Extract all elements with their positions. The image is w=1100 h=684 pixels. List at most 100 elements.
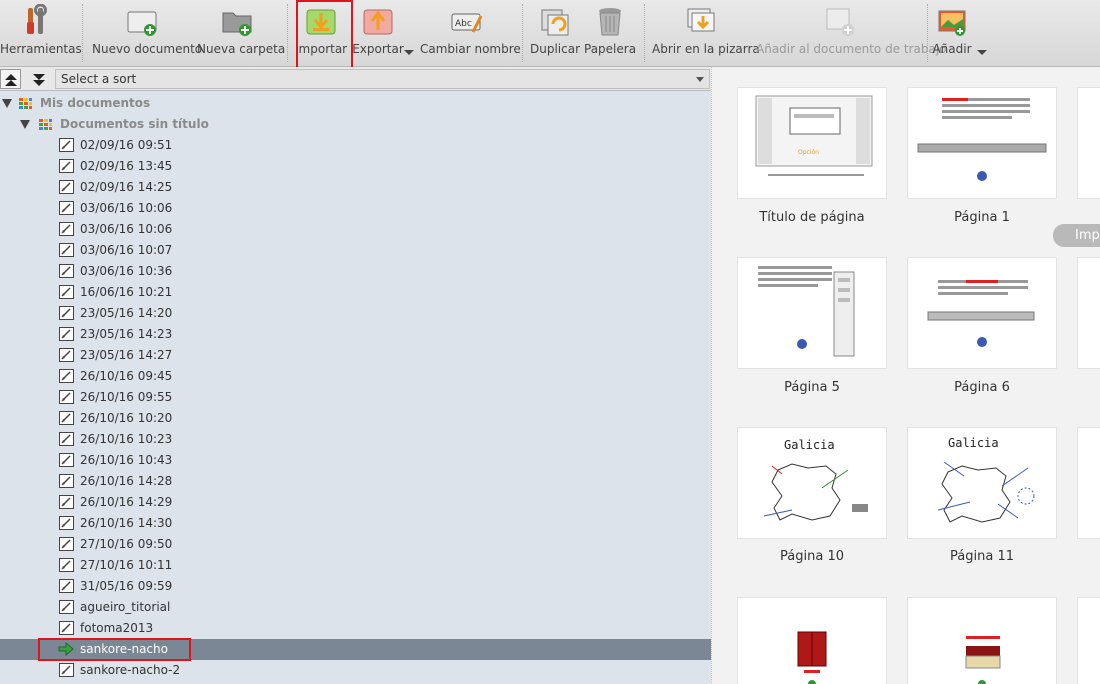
document-item[interactable]: 03/06/16 10:36: [0, 261, 711, 282]
document-item[interactable]: 26/10/16 14:29: [0, 492, 711, 513]
document-item[interactable]: fotoma2013: [0, 618, 711, 639]
toolbar-separator: [927, 4, 928, 62]
expand-triangle-icon[interactable]: [20, 120, 30, 129]
page-thumbnail[interactable]: [737, 597, 887, 684]
main-toolbar: Herramientas Nuevo documento Nueva carpe…: [0, 0, 1100, 84]
document-icon: [59, 369, 74, 383]
document-item-label: 27/10/16 09:50: [80, 537, 173, 551]
add-image-icon: [938, 10, 966, 36]
document-icon: [59, 306, 74, 320]
page-thumbnail[interactable]: [907, 87, 1057, 199]
document-item[interactable]: 26/10/16 10:43: [0, 450, 711, 471]
page-thumbnail[interactable]: [907, 257, 1057, 369]
document-item[interactable]: agueiro_titorial: [0, 597, 711, 618]
tools-icon: [27, 4, 47, 34]
document-item[interactable]: 02/09/16 14:25: [0, 177, 711, 198]
document-item[interactable]: 02/09/16 13:45: [0, 156, 711, 177]
tree-folder-untitled[interactable]: Documentos sin título: [0, 114, 711, 135]
document-item[interactable]: 03/06/16 10:06: [0, 219, 711, 240]
new-document-button[interactable]: Nuevo documento: [92, 0, 202, 64]
document-item[interactable]: sankore-nacho-2: [0, 660, 711, 681]
document-item[interactable]: 26/10/16 09:55: [0, 387, 711, 408]
tools-button[interactable]: Herramientas: [0, 0, 82, 64]
rename-button[interactable]: Abc Cambiar nombre: [420, 0, 521, 64]
page-thumbnail[interactable]: [1077, 427, 1100, 539]
document-item[interactable]: 27/10/16 09:50: [0, 534, 711, 555]
thumbnail-preview: [965, 636, 1001, 684]
document-item[interactable]: 31/05/16 09:59: [0, 576, 711, 597]
document-item-label: 23/05/16 14:27: [80, 348, 173, 362]
document-icon: [59, 600, 74, 614]
document-item[interactable]: 26/10/16 10:23: [0, 429, 711, 450]
document-item[interactable]: 26/10/16 09:45: [0, 366, 711, 387]
page-thumbnail[interactable]: [907, 597, 1057, 684]
document-icon: [59, 264, 74, 278]
document-item-label: 31/05/16 09:59: [80, 579, 173, 593]
duplicate-button[interactable]: Duplicar: [530, 0, 580, 64]
document-item[interactable]: 26/10/16 14:30: [0, 513, 711, 534]
document-icon: [59, 537, 74, 551]
document-item-label: sankore-nacho-2: [80, 663, 181, 677]
document-item[interactable]: 27/10/16 10:11: [0, 555, 711, 576]
page-label: Página 10: [780, 549, 844, 564]
document-item[interactable]: 23/05/16 14:27: [0, 345, 711, 366]
document-icon: [59, 201, 74, 215]
export-button[interactable]: Exportar: [352, 0, 404, 64]
document-item-label: 23/05/16 14:23: [80, 327, 173, 341]
trash-label: Papelera: [584, 42, 637, 56]
document-item-label: 26/10/16 10:20: [80, 411, 173, 425]
import-overlay-button[interactable]: Imp: [1053, 224, 1100, 247]
add-dropdown-arrow[interactable]: [977, 50, 987, 55]
toolbar-separator: [522, 4, 523, 62]
document-item[interactable]: 23/05/16 14:23: [0, 324, 711, 345]
tree-folder-label: Documentos sin título: [60, 117, 209, 131]
page-thumbnail[interactable]: [1077, 257, 1100, 369]
page-thumbnail[interactable]: [737, 257, 887, 369]
toolbar-separator: [82, 4, 83, 62]
document-item[interactable]: 23/05/16 14:20: [0, 303, 711, 324]
document-item-label: agueiro_titorial: [80, 600, 171, 614]
tree-root-my-documents[interactable]: Mis documentos: [0, 93, 711, 114]
duplicate-icon: [541, 9, 569, 36]
expand-triangle-icon[interactable]: [2, 99, 12, 108]
expand-all-icon: [33, 74, 45, 86]
collapse-all-button[interactable]: [0, 69, 21, 89]
document-item[interactable]: 26/10/16 14:28: [0, 471, 711, 492]
page-thumbnail[interactable]: Galicia: [737, 427, 887, 539]
document-item-label: 03/06/16 10:36: [80, 264, 173, 278]
sort-select[interactable]: Select a sort: [55, 69, 710, 89]
add-to-document-button[interactable]: Añadir al documento de trabajo: [756, 0, 947, 64]
document-icon: [59, 180, 74, 194]
document-icon: [59, 348, 74, 362]
document-item-label: fotoma2013: [80, 621, 154, 635]
thumbnail-page-1-preview: [917, 98, 1047, 181]
document-icon: [59, 243, 74, 257]
svg-text:Abc: Abc: [455, 19, 472, 29]
document-item[interactable]: 03/06/16 10:07: [0, 240, 711, 261]
document-item-label: 26/10/16 10:23: [80, 432, 173, 446]
thumbnail-page-5-preview: [758, 266, 855, 357]
trash-button[interactable]: Papelera: [584, 0, 636, 64]
new-document-icon: [127, 11, 157, 36]
document-item[interactable]: 02/09/16 09:51: [0, 135, 711, 156]
document-icon: [59, 285, 74, 299]
export-dropdown-arrow[interactable]: [404, 50, 414, 55]
thumbnail-preview: [797, 631, 827, 684]
document-icon: [59, 159, 74, 173]
document-item-label: 26/10/16 09:55: [80, 390, 173, 404]
page-thumbnail[interactable]: Opción: [737, 87, 887, 199]
page-thumbnail[interactable]: Galicia: [907, 427, 1057, 539]
page-thumbnail[interactable]: [1077, 87, 1100, 199]
document-item-label: 26/10/16 09:45: [80, 369, 173, 383]
document-item[interactable]: 26/10/16 10:20: [0, 408, 711, 429]
open-board-button[interactable]: Abrir en la pizarra: [652, 0, 760, 64]
sort-select-value: Select a sort: [61, 72, 137, 86]
document-item[interactable]: 16/06/16 10:21: [0, 282, 711, 303]
document-item[interactable]: 03/06/16 10:06: [0, 198, 711, 219]
expand-all-button[interactable]: [28, 69, 49, 89]
page-thumbnail[interactable]: [1077, 597, 1100, 684]
svg-text:Opción: Opción: [798, 149, 819, 156]
add-button[interactable]: Añadir: [930, 0, 974, 64]
new-folder-button[interactable]: Nueva carpeta: [197, 0, 285, 64]
page-label: Página 5: [784, 380, 840, 395]
